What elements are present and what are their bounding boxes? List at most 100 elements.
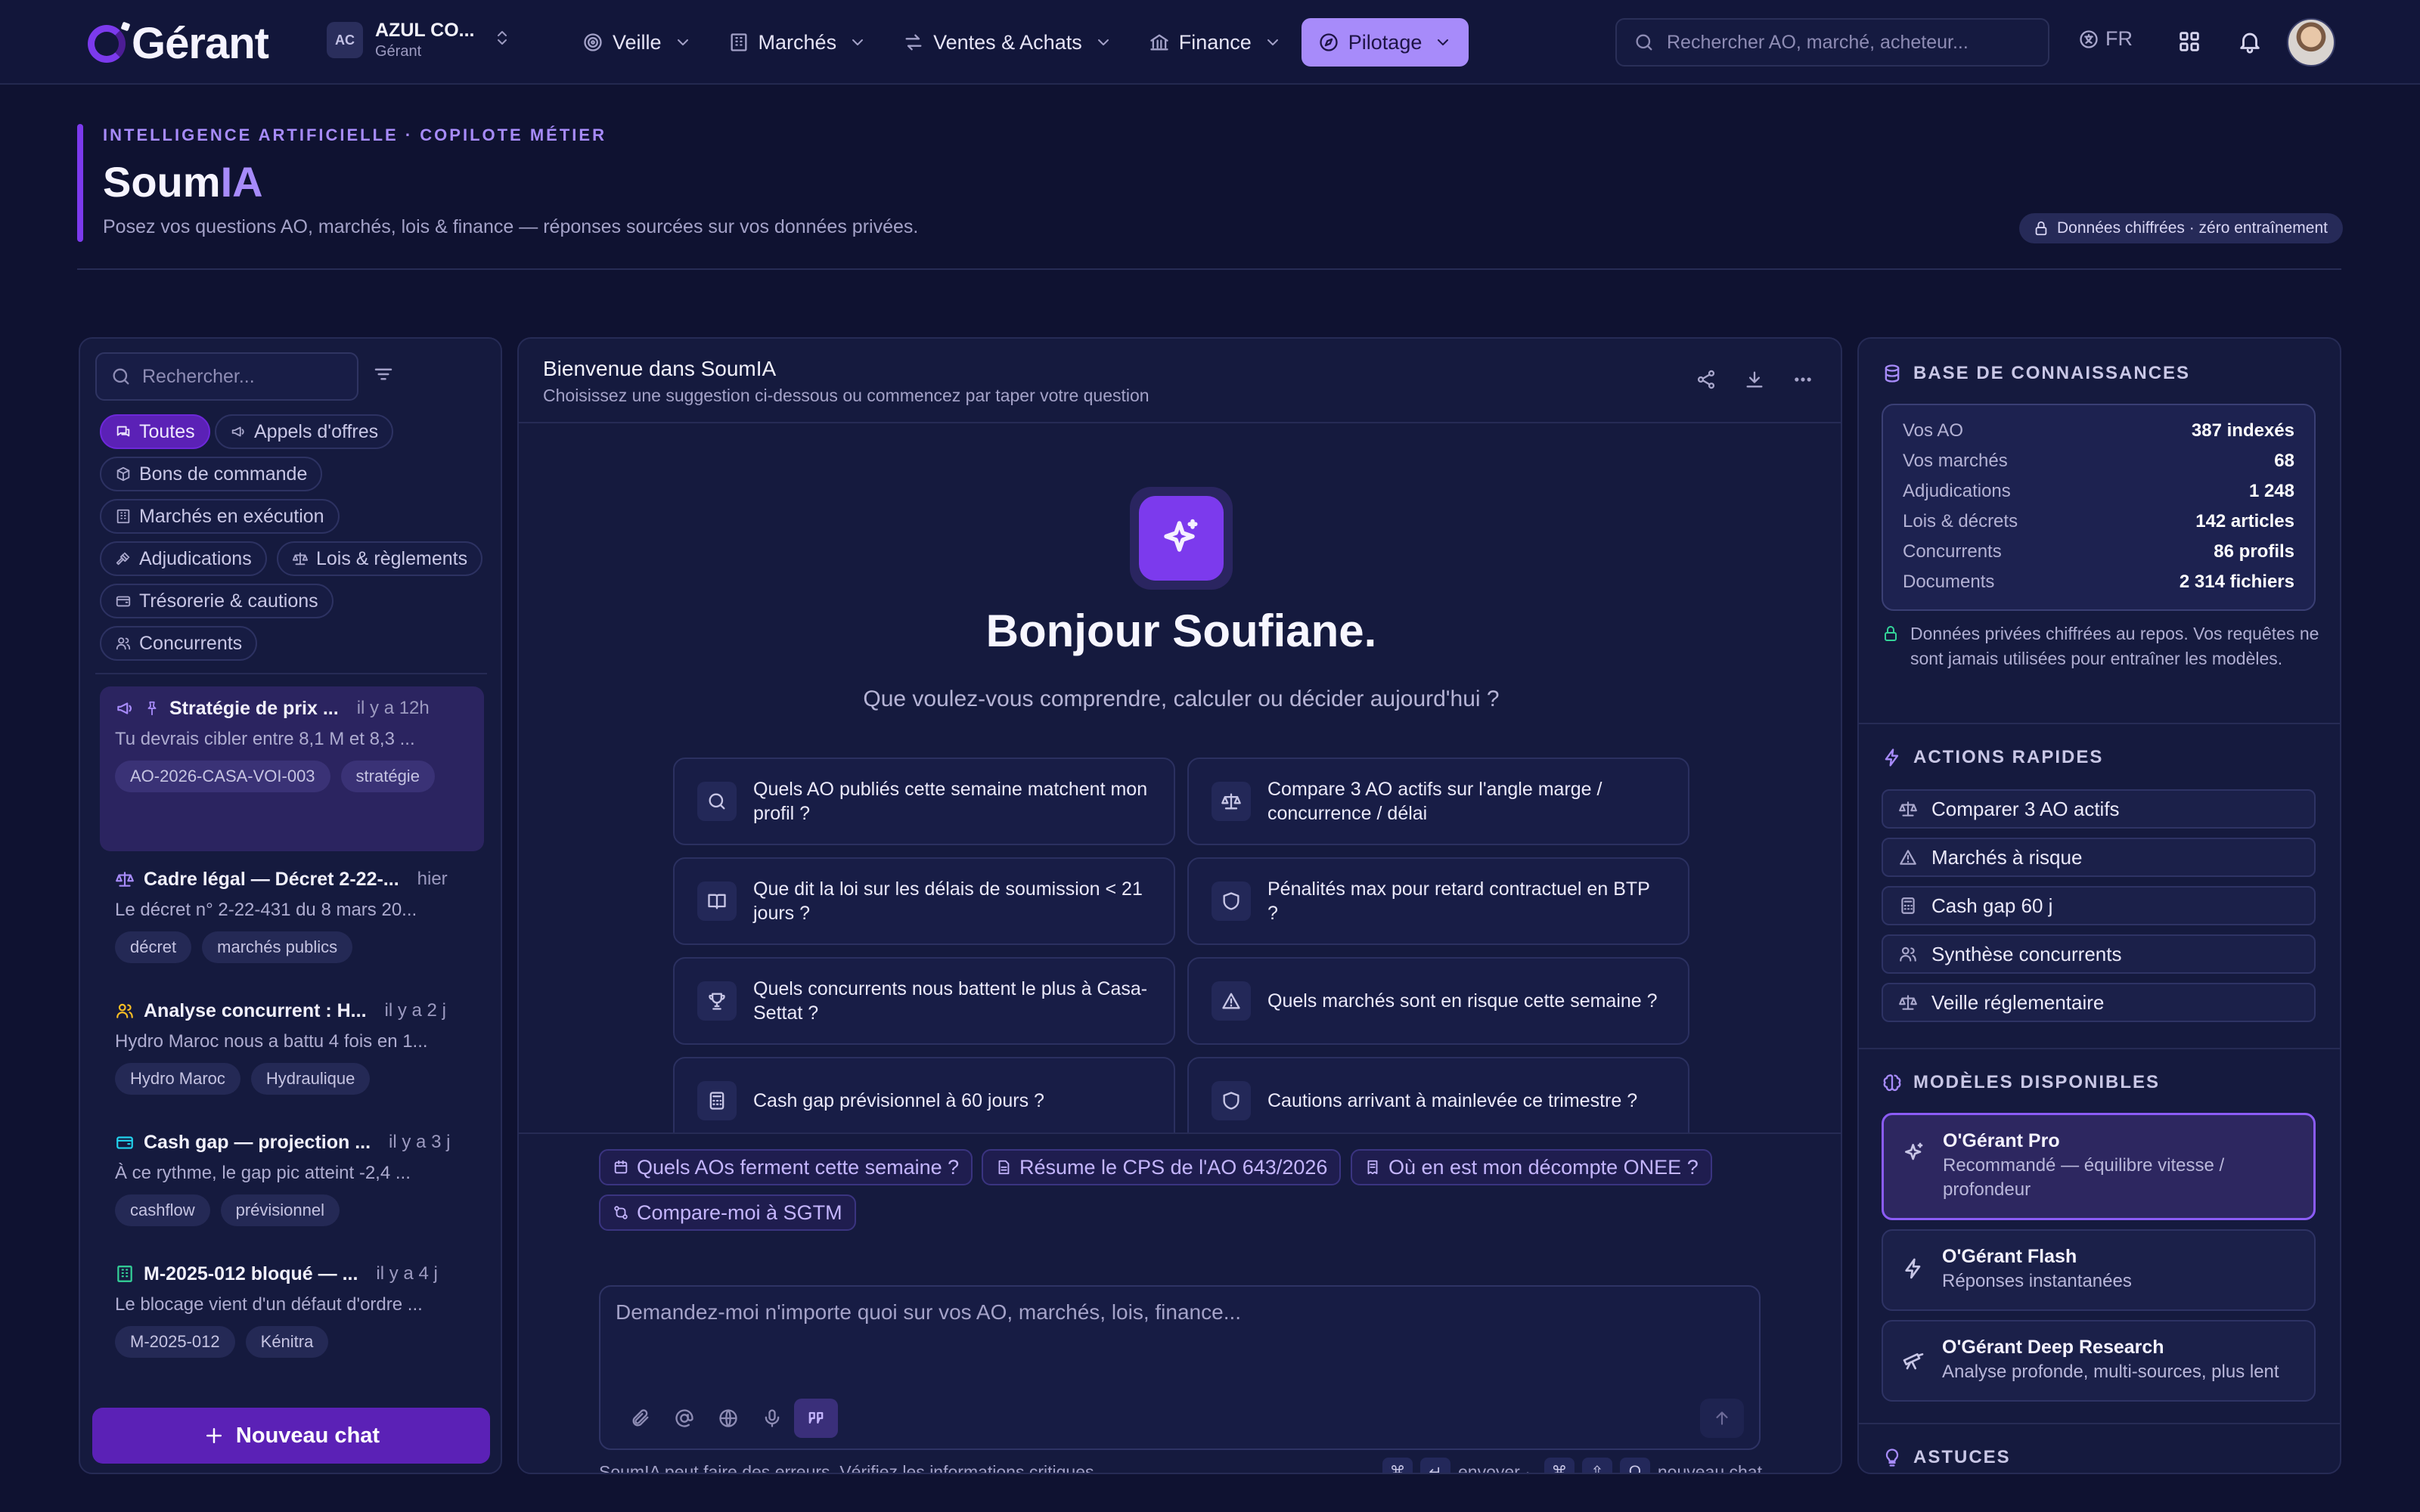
send-button[interactable]	[1700, 1399, 1744, 1438]
globe-icon[interactable]	[706, 1399, 750, 1438]
conversation-tag: Kénitra	[245, 1326, 329, 1358]
sparkles-icon	[1164, 519, 1198, 552]
nav-veille[interactable]: Veille	[566, 18, 709, 67]
stat-value: 142 articles	[2195, 511, 2294, 531]
quick-action-button[interactable]: Veille réglementaire	[1882, 983, 2316, 1022]
model-option-flash[interactable]: O'Gérant Flash Réponses instantanées	[1882, 1229, 2316, 1311]
suggestion-card[interactable]: Que dit la loi sur les délais de soumiss…	[673, 857, 1175, 945]
conversation-sidebar: Rechercher... Toutes Appels d'offres Bon…	[79, 337, 502, 1474]
stat-row: Concurrents 86 profils	[1903, 537, 2294, 567]
nav-pilotage[interactable]: Pilotage	[1301, 18, 1469, 67]
stat-row: Documents 2 314 fichiers	[1903, 567, 2294, 597]
brand-logo[interactable]: Gérant	[88, 18, 269, 69]
model-option-deep-research[interactable]: O'Gérant Deep Research Analyse profonde,…	[1882, 1320, 2316, 1402]
page-title-part: Soum	[103, 158, 221, 206]
quick-action-button[interactable]: Cash gap 60 j	[1882, 886, 2316, 925]
users-icon	[1900, 947, 1916, 962]
filter-toutes[interactable]: Toutes	[100, 414, 210, 449]
filter-bons-commande[interactable]: Bons de commande	[100, 457, 323, 491]
quick-prompt-label: Où en est mon décompte ONEE ?	[1388, 1155, 1699, 1179]
assistant-logo	[1130, 487, 1233, 590]
filter-label: Marchés en exécution	[139, 505, 324, 527]
filter-icon[interactable]	[372, 363, 395, 386]
suggestion-card[interactable]: Pénalités max pour retard contractuel en…	[1187, 857, 1689, 945]
suggestion-card[interactable]: Cautions arrivant à mainlevée ce trimest…	[1187, 1057, 1689, 1145]
stat-row: Adjudications 1 248	[1903, 476, 2294, 507]
conversation-title: Cadre légal — Décret 2-22-...	[144, 868, 399, 890]
bell-icon[interactable]	[2237, 29, 2263, 54]
file-icon	[998, 1160, 1010, 1175]
quick-prompt[interactable]: Quels AOs ferment cette semaine ?	[599, 1149, 973, 1185]
quick-action-button[interactable]: Comparer 3 AO actifs	[1882, 789, 2316, 829]
org-switcher[interactable]: AC AZUL CO... Gérant	[327, 20, 507, 60]
box-icon	[116, 466, 130, 482]
paperclip-icon[interactable]	[619, 1399, 662, 1438]
conversation-item[interactable]: Stratégie de prix ... il y a 12h Tu devr…	[100, 686, 484, 851]
filter-label: Trésorerie & cautions	[139, 590, 318, 612]
model-name: O'Gérant Pro	[1943, 1130, 2060, 1151]
filter-concurrents[interactable]: Concurrents	[100, 626, 258, 661]
conversation-search-input[interactable]: Rechercher...	[95, 352, 358, 401]
quick-action-button[interactable]: Marchés à risque	[1882, 838, 2316, 877]
radar-icon	[584, 33, 602, 51]
calendar-icon	[614, 1160, 628, 1174]
new-chat-label: Nouveau chat	[235, 1423, 380, 1448]
quick-prompt[interactable]: Compare-moi à SGTM	[599, 1194, 856, 1231]
nav-marches[interactable]: Marchés	[712, 18, 884, 67]
conversation-item[interactable]: Analyse concurrent : H... il y a 2 j Hyd…	[100, 989, 484, 1102]
share-icon[interactable]	[1696, 369, 1717, 390]
quick-prompt[interactable]: Résume le CPS de l'AO 643/2026	[982, 1149, 1342, 1185]
microphone-icon[interactable]	[750, 1399, 794, 1438]
chat-header: Bienvenue dans SoumIA Choisissez une sug…	[519, 339, 1841, 423]
global-search-input[interactable]: Rechercher AO, marché, acheteur...	[1615, 18, 2049, 67]
greeting-question: Que voulez-vous comprendre, calculer ou …	[863, 686, 1500, 711]
tips-section-title: ASTUCES	[1882, 1447, 2011, 1468]
model-option-pro[interactable]: O'Gérant Pro Recommandé — équilibre vite…	[1882, 1113, 2316, 1220]
suggestion-card[interactable]: Cash gap prévisionnel à 60 jours ?	[673, 1057, 1175, 1145]
conversation-item[interactable]: Cadre légal — Décret 2-22-... hier Le dé…	[100, 857, 484, 971]
filter-label: Bons de commande	[139, 463, 308, 485]
nav-finance[interactable]: Finance	[1132, 18, 1298, 67]
suggestion-card[interactable]: Compare 3 AO actifs sur l'angle marge / …	[1187, 758, 1689, 845]
mention-icon[interactable]	[662, 1399, 706, 1438]
filter-label: Lois & règlements	[316, 547, 468, 569]
conversation-preview: Hydro Maroc nous a battu 4 fois en 1...	[115, 1031, 428, 1052]
more-icon[interactable]	[1792, 369, 1813, 390]
filter-lois-reglements[interactable]: Lois & règlements	[277, 541, 483, 576]
brand-name: Gérant	[132, 19, 269, 68]
users-icon	[116, 637, 131, 650]
warning-icon	[1900, 850, 1916, 865]
suggestion-card[interactable]: Quels marchés sont en risque cette semai…	[1187, 957, 1689, 1045]
conversation-item[interactable]: Cash gap — projection ... il y a 3 j À c…	[100, 1120, 484, 1234]
filter-marches-execution[interactable]: Marchés en exécution	[100, 499, 340, 534]
filter-appels-offres[interactable]: Appels d'offres	[215, 414, 394, 449]
nav-ventes-achats[interactable]: Ventes & Achats	[886, 18, 1129, 67]
suggestion-text: Compare 3 AO actifs sur l'angle marge / …	[1267, 779, 1602, 824]
suggestion-card[interactable]: Quels AO publiés cette semaine matchent …	[673, 758, 1175, 845]
quick-action-button[interactable]: Synthèse concurrents	[1882, 934, 2316, 974]
new-chat-button[interactable]: Nouveau chat	[92, 1408, 490, 1464]
filter-tresorerie-cautions[interactable]: Trésorerie & cautions	[100, 584, 334, 618]
quick-prompt[interactable]: Où en est mon décompte ONEE ?	[1351, 1149, 1712, 1185]
chevron-down-icon	[1267, 39, 1278, 45]
language-label: FR	[2105, 27, 2133, 50]
nav-label: Ventes & Achats	[933, 30, 1082, 54]
privacy-note-text: Données privées chiffrées au repos. Vos …	[1910, 624, 2319, 668]
apps-grid-icon[interactable]	[2176, 29, 2202, 54]
conversation-tag: décret	[115, 931, 192, 963]
conversation-tag: M-2025-012	[115, 1326, 235, 1358]
suggestion-card[interactable]: Quels concurrents nous battent le plus à…	[673, 957, 1175, 1045]
message-input[interactable]	[616, 1300, 1735, 1383]
quote-icon[interactable]	[794, 1399, 838, 1438]
stat-label: Vos marchés	[1903, 451, 2008, 471]
stat-value: 2 314 fichiers	[2179, 572, 2294, 592]
language-switcher[interactable]: FR	[2078, 27, 2133, 51]
conversation-item[interactable]: M-2025-012 bloqué — ... il y a 4 j Le bl…	[100, 1252, 484, 1365]
megaphone-icon	[117, 702, 132, 714]
filter-adjudications[interactable]: Adjudications	[100, 541, 267, 576]
download-icon[interactable]	[1744, 369, 1765, 390]
arrow-up-icon	[1716, 1411, 1728, 1425]
search-icon	[113, 368, 129, 385]
suggestion-text: Quels concurrents nous battent le plus à…	[753, 978, 1148, 1024]
user-avatar[interactable]	[2287, 18, 2335, 67]
